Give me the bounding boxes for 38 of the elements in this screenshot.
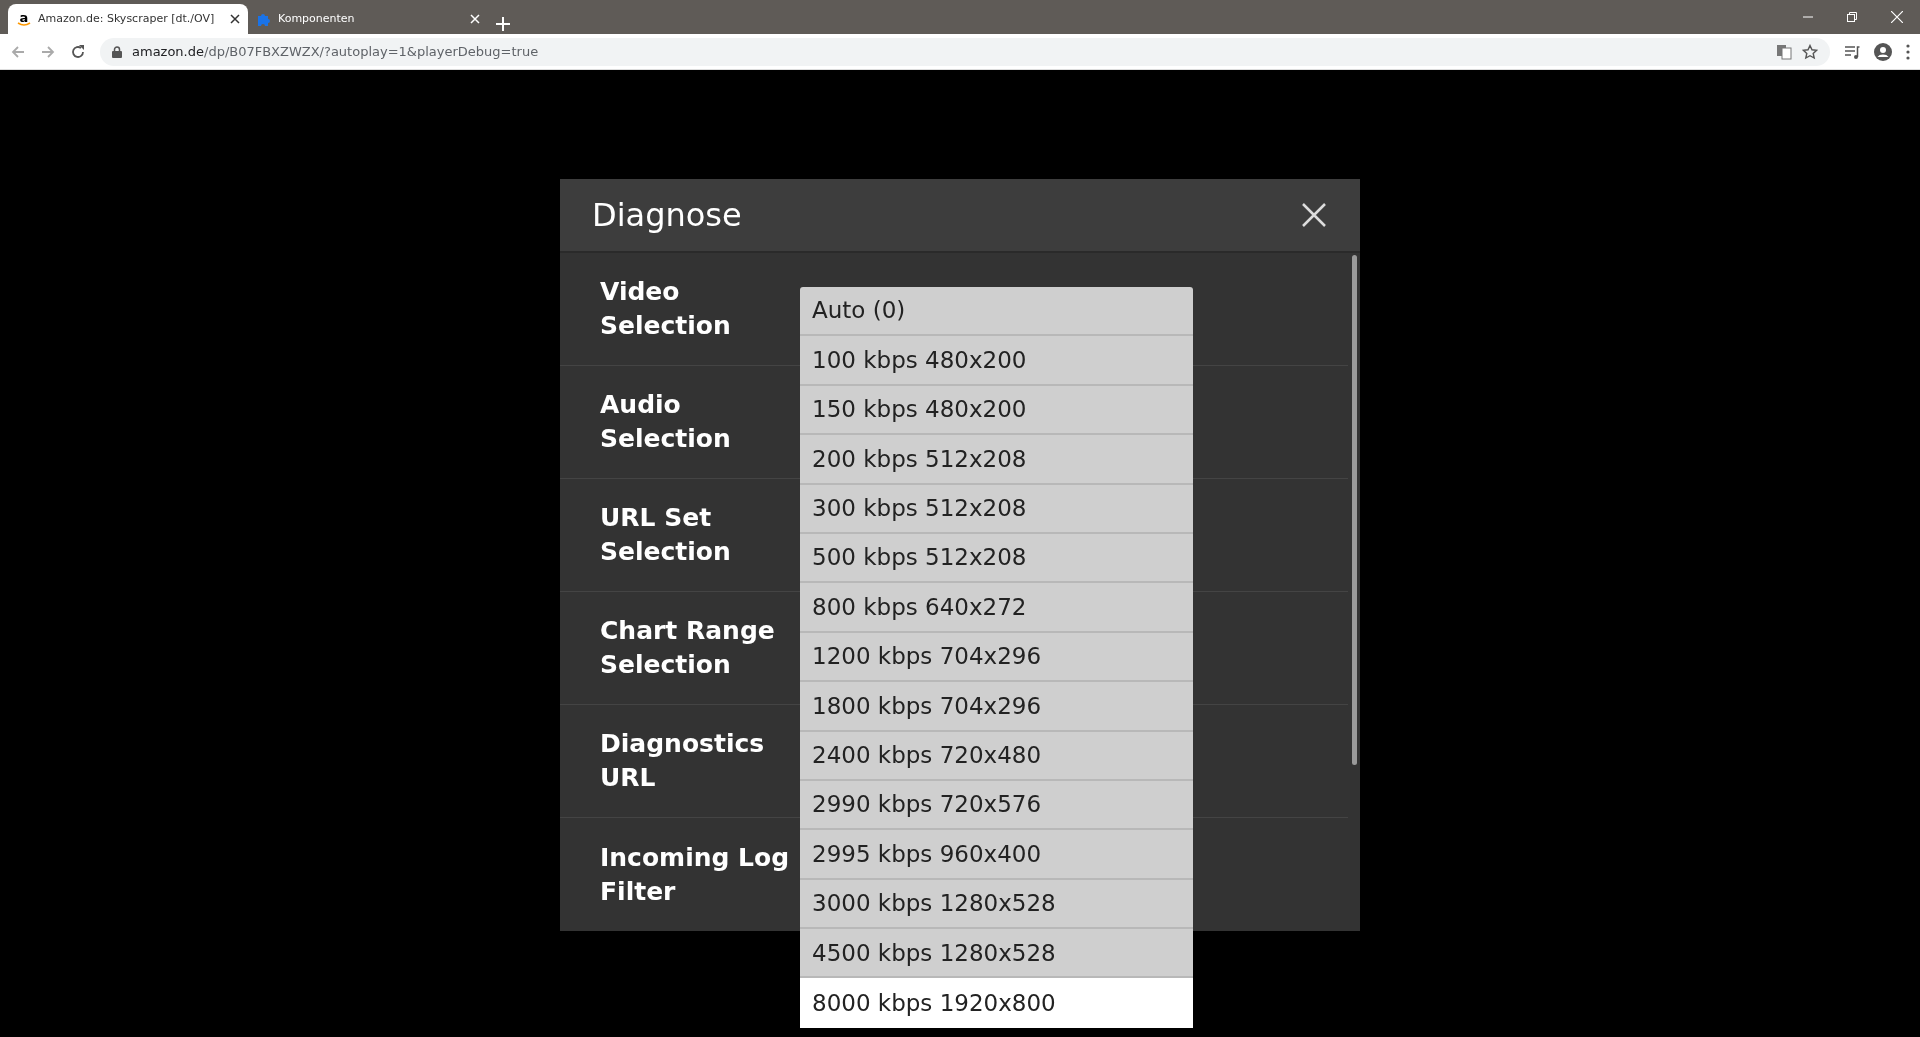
- address-bar[interactable]: amazon.de/dp/B07FBXZWZX/?autoplay=1&playerDebug=true: [100, 37, 1830, 66]
- translate-icon[interactable]: [1776, 43, 1792, 60]
- dropdown-option[interactable]: 3000 kbps 1280x528: [800, 879, 1193, 930]
- close-icon[interactable]: [230, 14, 240, 24]
- dropdown-option[interactable]: 100 kbps 480x200: [800, 336, 1193, 386]
- dropdown-option[interactable]: 8000 kbps 1920x800: [800, 978, 1193, 1028]
- setting-label: Chart Range Selection: [600, 615, 776, 681]
- setting-label: Incoming Log Filter: [600, 841, 791, 908]
- star-icon[interactable]: [1802, 43, 1818, 60]
- dropdown-option[interactable]: 2400 kbps 720x480: [800, 731, 1193, 781]
- dropdown-option[interactable]: 150 kbps 480x200: [800, 385, 1193, 436]
- setting-label: Audio Selection: [600, 389, 732, 455]
- browser-tab[interactable]: Komponenten: [248, 4, 488, 34]
- lock-icon: [112, 45, 122, 58]
- dropdown-list[interactable]: [800, 287, 1193, 1028]
- dropdown-option[interactable]: 2995 kbps 960x400: [800, 830, 1193, 880]
- dropdown-option[interactable]: 1800 kbps 704x296: [800, 682, 1193, 732]
- browser-tab[interactable]: a Amazon.de: Skyscraper [dt./OV]: [8, 4, 248, 34]
- dropdown-option[interactable]: 300 kbps 512x208: [800, 484, 1193, 534]
- media-queue-icon[interactable]: [1844, 43, 1860, 60]
- setting-label: URL Set Selection: [600, 502, 732, 568]
- close-icon: [1302, 203, 1326, 228]
- reload-icon[interactable]: [70, 43, 86, 60]
- account-icon[interactable]: [1874, 42, 1892, 61]
- scrollbar-thumb[interactable]: [1351, 255, 1357, 765]
- setting-label: Diagnostics URL: [600, 728, 766, 794]
- url-text: amazon.de/dp/B07FBXZWZX/?autoplay=1&playerDebug=true: [132, 42, 539, 61]
- dropdown-option[interactable]: 2990 kbps 720x576: [800, 780, 1193, 831]
- dropdown-option[interactable]: 200 kbps 512x208: [800, 435, 1193, 485]
- setting-label: Video Selection: [600, 276, 732, 342]
- puzzle-icon: [256, 11, 272, 27]
- dropdown-option[interactable]: 500 kbps 512x208: [800, 533, 1193, 584]
- menu-icon[interactable]: [1906, 43, 1910, 60]
- restore-icon[interactable]: [1847, 12, 1857, 22]
- dialog-title: Diagnose: [592, 195, 742, 235]
- dropdown-option[interactable]: Auto (0): [800, 287, 1193, 337]
- dropdown-option[interactable]: 800 kbps 640x272: [800, 583, 1193, 633]
- dropdown-option[interactable]: 1200 kbps 704x296: [800, 632, 1193, 683]
